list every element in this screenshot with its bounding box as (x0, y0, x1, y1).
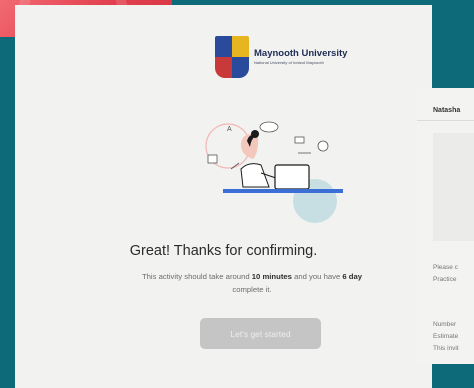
user-name: Natasha (433, 107, 461, 114)
side-text-line: Number (433, 321, 457, 328)
divider (417, 120, 474, 121)
side-panel: Natasha Please c Practice Number Estimat… (417, 88, 474, 364)
side-text-line: Estimate (433, 333, 459, 340)
university-name: Maynooth University (254, 48, 348, 60)
confirmation-headline: Great! Thanks for confirming. (129, 243, 318, 259)
university-logo: Maynooth University National University … (215, 36, 347, 78)
confirmation-card: Maynooth University National University … (15, 5, 432, 388)
days-value: 6 day (342, 272, 363, 281)
crest-icon (215, 36, 249, 78)
preview-box (433, 133, 474, 241)
person-at-laptop-illustration: A (205, 121, 343, 223)
activity-description: This activity should take around 10 minu… (141, 272, 363, 294)
university-subtitle: National University of Ireland Maynooth (254, 59, 324, 65)
side-text-line: Please c (433, 264, 458, 271)
duration-value: 10 minutes (251, 272, 292, 281)
side-text-line: This invit (433, 345, 459, 352)
side-text-line: Practice (433, 276, 457, 283)
lets-get-started-button[interactable]: Let's get started (200, 318, 321, 349)
svg-text:A: A (227, 126, 232, 133)
